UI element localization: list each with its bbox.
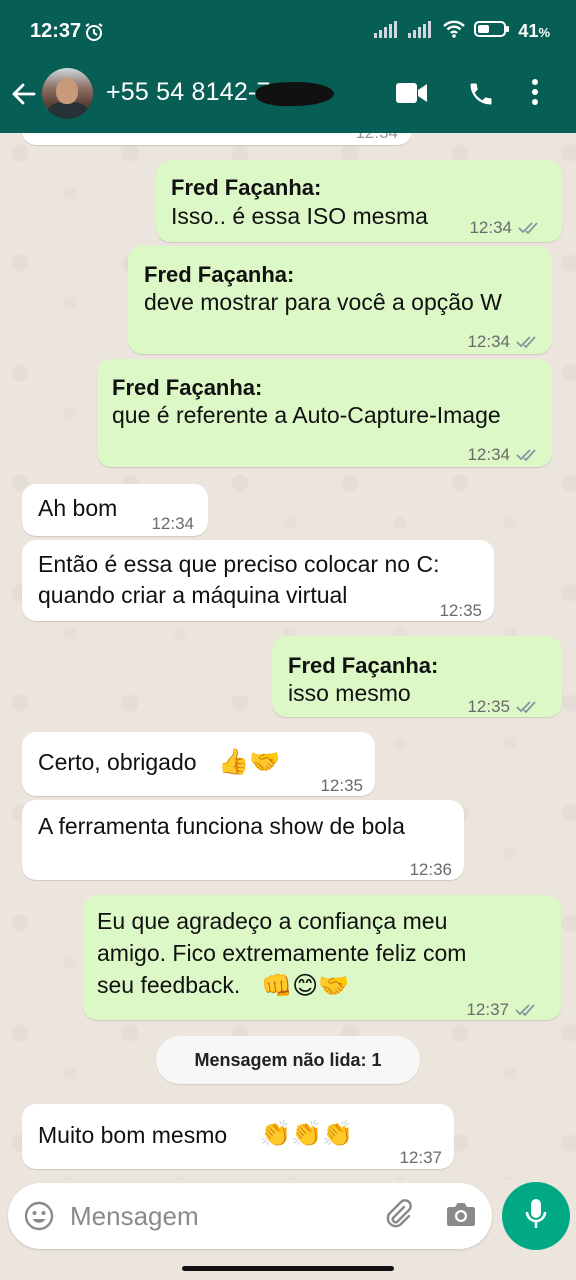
double-check-icon (515, 1003, 535, 1016)
message-time: 12:36 (409, 860, 452, 879)
message-time: 12:34 (151, 514, 194, 533)
battery-percent: 41% (518, 21, 550, 41)
phone-icon[interactable] (467, 80, 495, 113)
sender-name: Fred Façanha: (171, 175, 322, 200)
status-bar: 12:37 41% (0, 0, 576, 66)
message-time: 12:35 (439, 601, 482, 620)
message-bubble-outgoing[interactable]: Eu que agradeço a confiança meu amigo. F… (83, 895, 561, 1020)
emoji-fist-smile-handshake: 👊😊🤝 (261, 971, 350, 1000)
attach-icon[interactable] (382, 1199, 414, 1236)
sender-name: Fred Façanha: (112, 375, 263, 400)
message-meta: 12:37 (466, 994, 539, 1025)
message-bubble-outgoing[interactable]: Fred Façanha: deve mostrar para você a o… (128, 246, 552, 354)
composer (8, 1183, 492, 1249)
alarm-icon (84, 22, 104, 47)
emoji-thumbs-handshake: 👍🤝 (218, 747, 281, 776)
message-bubble-outgoing[interactable]: Fred Façanha: que é referente a Auto-Cap… (97, 359, 552, 467)
redaction-mark (255, 80, 335, 108)
message-time: 12:35 (320, 776, 363, 795)
message-time: 12:37 (399, 1148, 442, 1167)
battery-icon (474, 20, 510, 43)
message-text: Isso.. é essa ISO mesma (171, 203, 428, 229)
sender-name: Fred Façanha: (288, 653, 439, 678)
signal-icon (408, 20, 434, 43)
message-text: Então é essa que preciso colocar no C: q… (38, 551, 440, 608)
double-check-icon (516, 700, 536, 713)
mic-button[interactable] (502, 1182, 570, 1250)
wifi-icon (442, 20, 466, 43)
mic-icon (525, 1198, 547, 1235)
status-icons: 41% (374, 20, 550, 43)
message-bubble-outgoing[interactable]: Fred Façanha: Isso.. é essa ISO mesma 12… (156, 160, 562, 242)
avatar[interactable] (42, 68, 93, 119)
message-bubble-incoming[interactable]: Certo, obrigado 👍🤝 12:35 (22, 732, 375, 796)
message-text: que é referente a Auto-Capture-Image (112, 402, 501, 428)
message-text: Muito bom mesmo (38, 1122, 228, 1148)
signal-icon (374, 20, 400, 43)
message-text: deve mostrar para você a opção W (144, 289, 502, 315)
chat-area[interactable]: 12:34 Fred Façanha: Isso.. é essa ISO me… (0, 133, 576, 1180)
app-bar: +55 54 8142-7 (0, 66, 576, 133)
camera-icon[interactable] (446, 1201, 476, 1232)
status-time: 12:37 (30, 20, 82, 42)
double-check-icon (518, 221, 538, 234)
message-time: 12:34 (355, 133, 398, 148)
message-bubble-incoming[interactable]: 12:34 (22, 133, 412, 145)
unread-banner: Mensagem não lida: 1 (156, 1036, 420, 1084)
message-bubble-incoming[interactable]: Muito bom mesmo 👏👏👏 12:37 (22, 1104, 454, 1169)
message-bubble-outgoing[interactable]: Fred Façanha: isso mesmo 12:35 (272, 636, 562, 717)
message-meta: 12:35 (467, 691, 540, 722)
message-meta: 12:34 (469, 212, 542, 243)
back-arrow-icon[interactable] (10, 80, 38, 113)
message-text: Ah bom (38, 495, 118, 521)
message-meta: 12:34 (467, 439, 540, 470)
message-bubble-incoming[interactable]: A ferramenta funciona show de bola 12:36 (22, 800, 464, 880)
gesture-bar (0, 1256, 576, 1280)
message-bubble-incoming[interactable]: Então é essa que preciso colocar no C: q… (22, 540, 494, 621)
video-call-icon[interactable] (396, 82, 428, 109)
message-text: isso mesmo (288, 680, 411, 706)
home-indicator[interactable] (182, 1266, 394, 1271)
emoji-icon[interactable] (24, 1201, 54, 1236)
message-bubble-incoming[interactable]: Ah bom 12:34 (22, 484, 208, 536)
sender-name: Fred Façanha: (144, 262, 295, 287)
emoji-clapping: 👏👏👏 (260, 1119, 354, 1148)
message-meta: 12:34 (467, 326, 540, 357)
message-input[interactable] (70, 1197, 370, 1235)
message-text: A ferramenta funciona show de bola (38, 813, 405, 839)
double-check-icon (516, 335, 536, 348)
contact-name[interactable]: +55 54 8142-7 (106, 78, 271, 107)
double-check-icon (516, 448, 536, 461)
message-text: Certo, obrigado (38, 749, 197, 775)
more-vert-icon[interactable] (531, 78, 539, 111)
top-bar: 12:37 41% +55 54 8142-7 (0, 0, 576, 133)
